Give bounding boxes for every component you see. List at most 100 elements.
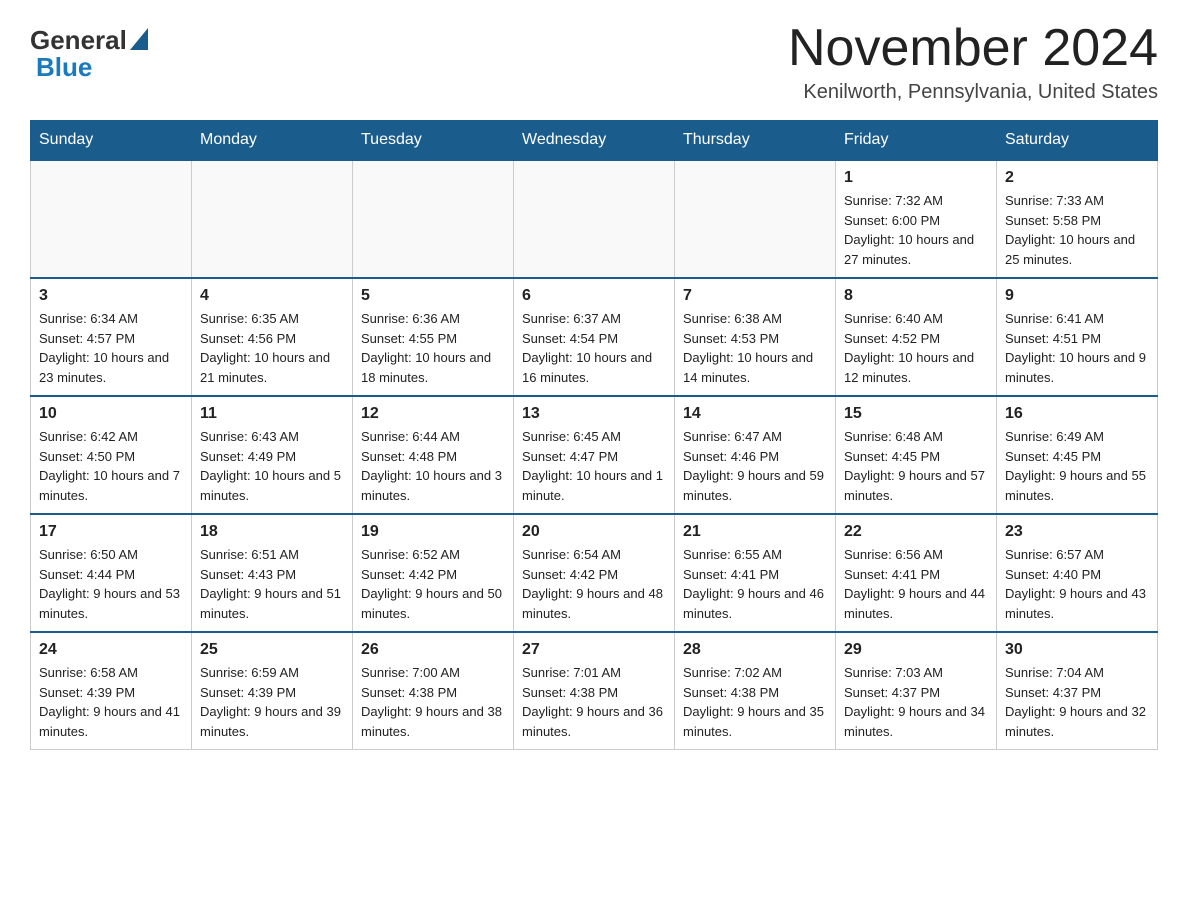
- day-info: Sunrise: 7:01 AM Sunset: 4:38 PM Dayligh…: [522, 663, 666, 741]
- day-number: 11: [200, 405, 344, 423]
- calendar-cell: 9 Sunrise: 6:41 AM Sunset: 4:51 PM Daylig…: [997, 278, 1158, 396]
- calendar-week-row: 17 Sunrise: 6:50 AM Sunset: 4:44 PM Dayli…: [31, 514, 1158, 632]
- day-number: 15: [844, 405, 988, 423]
- calendar-cell: 10Sunrise: 6:42 AM Sunset: 4:50 PM Dayli…: [31, 396, 192, 514]
- day-info: Sunrise: 6:45 AM Sunset: 4:47 PM Dayligh…: [522, 427, 666, 505]
- day-number: 3: [39, 287, 183, 305]
- month-title: November 2024: [788, 20, 1158, 77]
- day-info: Sunrise: 6:57 AM Sunset: 4:40 PM Dayligh…: [1005, 545, 1149, 623]
- day-number: 13: [522, 405, 666, 423]
- calendar-cell: 15 Sunrise: 6:48 AM Sunset: 4:45 PM Dayli…: [836, 396, 997, 514]
- calendar-cell: 12 Sunrise: 6:44 AM Sunset: 4:48 PM Dayli…: [353, 396, 514, 514]
- day-info: Sunrise: 7:00 AM Sunset: 4:38 PM Dayligh…: [361, 663, 505, 741]
- calendar-cell: 25Sunrise: 6:59 AM Sunset: 4:39 PM Dayli…: [192, 632, 353, 750]
- day-info: Sunrise: 6:58 AM Sunset: 4:39 PM Dayligh…: [39, 663, 183, 741]
- day-number: 23: [1005, 523, 1149, 541]
- calendar-cell: 29Sunrise: 7:03 AM Sunset: 4:37 PM Dayli…: [836, 632, 997, 750]
- calendar-cell: 11 Sunrise: 6:43 AM Sunset: 4:49 PM Dayli…: [192, 396, 353, 514]
- day-info: Sunrise: 6:37 AM Sunset: 4:54 PM Dayligh…: [522, 309, 666, 387]
- calendar-cell: 23 Sunrise: 6:57 AM Sunset: 4:40 PM Dayli…: [997, 514, 1158, 632]
- day-info: Sunrise: 6:44 AM Sunset: 4:48 PM Dayligh…: [361, 427, 505, 505]
- day-number: 22: [844, 523, 988, 541]
- day-info: Sunrise: 7:32 AM Sunset: 6:00 PM Dayligh…: [844, 191, 988, 269]
- calendar-cell: 2Sunrise: 7:33 AM Sunset: 5:58 PM Daylig…: [997, 160, 1158, 278]
- day-info: Sunrise: 6:52 AM Sunset: 4:42 PM Dayligh…: [361, 545, 505, 623]
- weekday-header-wednesday: Wednesday: [514, 121, 675, 161]
- day-number: 8: [844, 287, 988, 305]
- calendar-cell: 7Sunrise: 6:38 AM Sunset: 4:53 PM Daylig…: [675, 278, 836, 396]
- day-info: Sunrise: 7:02 AM Sunset: 4:38 PM Dayligh…: [683, 663, 827, 741]
- day-number: 2: [1005, 169, 1149, 187]
- calendar-cell: 6 Sunrise: 6:37 AM Sunset: 4:54 PM Daylig…: [514, 278, 675, 396]
- calendar-cell: 4 Sunrise: 6:35 AM Sunset: 4:56 PM Daylig…: [192, 278, 353, 396]
- day-number: 4: [200, 287, 344, 305]
- calendar-cell: 3 Sunrise: 6:34 AM Sunset: 4:57 PM Daylig…: [31, 278, 192, 396]
- day-number: 27: [522, 641, 666, 659]
- day-info: Sunrise: 6:54 AM Sunset: 4:42 PM Dayligh…: [522, 545, 666, 623]
- day-number: 19: [361, 523, 505, 541]
- day-info: Sunrise: 6:48 AM Sunset: 4:45 PM Dayligh…: [844, 427, 988, 505]
- weekday-header-sunday: Sunday: [31, 121, 192, 161]
- day-number: 24: [39, 641, 183, 659]
- calendar-week-row: 24 Sunrise: 6:58 AM Sunset: 4:39 PM Dayli…: [31, 632, 1158, 750]
- calendar-cell: 8 Sunrise: 6:40 AM Sunset: 4:52 PM Daylig…: [836, 278, 997, 396]
- calendar-cell: 21 Sunrise: 6:55 AM Sunset: 4:41 PM Dayli…: [675, 514, 836, 632]
- day-number: 17: [39, 523, 183, 541]
- day-number: 5: [361, 287, 505, 305]
- calendar-cell: [353, 160, 514, 278]
- calendar-cell: 5 Sunrise: 6:36 AM Sunset: 4:55 PM Daylig…: [353, 278, 514, 396]
- calendar-table: SundayMondayTuesdayWednesdayThursdayFrid…: [30, 120, 1158, 750]
- day-number: 9: [1005, 287, 1149, 305]
- calendar-body: 1 Sunrise: 7:32 AM Sunset: 6:00 PM Daylig…: [31, 160, 1158, 750]
- day-info: Sunrise: 6:41 AM Sunset: 4:51 PM Dayligh…: [1005, 309, 1149, 387]
- day-info: Sunrise: 6:59 AM Sunset: 4:39 PM Dayligh…: [200, 663, 344, 741]
- calendar-cell: 17 Sunrise: 6:50 AM Sunset: 4:44 PM Dayli…: [31, 514, 192, 632]
- day-info: Sunrise: 6:43 AM Sunset: 4:49 PM Dayligh…: [200, 427, 344, 505]
- weekday-header-tuesday: Tuesday: [353, 121, 514, 161]
- calendar-week-row: 1 Sunrise: 7:32 AM Sunset: 6:00 PM Daylig…: [31, 160, 1158, 278]
- day-number: 12: [361, 405, 505, 423]
- calendar-cell: [192, 160, 353, 278]
- calendar-cell: 16 Sunrise: 6:49 AM Sunset: 4:45 PM Dayli…: [997, 396, 1158, 514]
- day-info: Sunrise: 6:50 AM Sunset: 4:44 PM Dayligh…: [39, 545, 183, 623]
- calendar-cell: 13 Sunrise: 6:45 AM Sunset: 4:47 PM Dayli…: [514, 396, 675, 514]
- calendar-cell: [31, 160, 192, 278]
- day-number: 26: [361, 641, 505, 659]
- location-subtitle: Kenilworth, Pennsylvania, United States: [788, 81, 1158, 104]
- day-info: Sunrise: 6:34 AM Sunset: 4:57 PM Dayligh…: [39, 309, 183, 387]
- day-info: Sunrise: 7:04 AM Sunset: 4:37 PM Dayligh…: [1005, 663, 1149, 741]
- day-number: 16: [1005, 405, 1149, 423]
- day-number: 21: [683, 523, 827, 541]
- logo: General Blue: [30, 20, 148, 83]
- calendar-cell: 20 Sunrise: 6:54 AM Sunset: 4:42 PM Dayli…: [514, 514, 675, 632]
- logo-blue-text: Blue: [36, 52, 92, 83]
- day-info: Sunrise: 6:49 AM Sunset: 4:45 PM Dayligh…: [1005, 427, 1149, 505]
- day-info: Sunrise: 6:35 AM Sunset: 4:56 PM Dayligh…: [200, 309, 344, 387]
- weekday-header-thursday: Thursday: [675, 121, 836, 161]
- calendar-cell: 24 Sunrise: 6:58 AM Sunset: 4:39 PM Dayli…: [31, 632, 192, 750]
- calendar-cell: [675, 160, 836, 278]
- day-number: 28: [683, 641, 827, 659]
- calendar-cell: [514, 160, 675, 278]
- weekday-header-row: SundayMondayTuesdayWednesdayThursdayFrid…: [31, 121, 1158, 161]
- calendar-cell: 18Sunrise: 6:51 AM Sunset: 4:43 PM Dayli…: [192, 514, 353, 632]
- day-info: Sunrise: 6:55 AM Sunset: 4:41 PM Dayligh…: [683, 545, 827, 623]
- day-info: Sunrise: 6:36 AM Sunset: 4:55 PM Dayligh…: [361, 309, 505, 387]
- day-number: 7: [683, 287, 827, 305]
- calendar-cell: 19 Sunrise: 6:52 AM Sunset: 4:42 PM Dayli…: [353, 514, 514, 632]
- calendar-week-row: 3 Sunrise: 6:34 AM Sunset: 4:57 PM Daylig…: [31, 278, 1158, 396]
- day-info: Sunrise: 6:42 AM Sunset: 4:50 PM Dayligh…: [39, 427, 183, 505]
- day-number: 1: [844, 169, 988, 187]
- calendar-cell: 30Sunrise: 7:04 AM Sunset: 4:37 PM Dayli…: [997, 632, 1158, 750]
- calendar-cell: 28 Sunrise: 7:02 AM Sunset: 4:38 PM Dayli…: [675, 632, 836, 750]
- day-number: 29: [844, 641, 988, 659]
- weekday-header-saturday: Saturday: [997, 121, 1158, 161]
- calendar-cell: 22Sunrise: 6:56 AM Sunset: 4:41 PM Dayli…: [836, 514, 997, 632]
- calendar-cell: 1 Sunrise: 7:32 AM Sunset: 6:00 PM Daylig…: [836, 160, 997, 278]
- day-info: Sunrise: 6:40 AM Sunset: 4:52 PM Dayligh…: [844, 309, 988, 387]
- day-number: 20: [522, 523, 666, 541]
- title-area: November 2024 Kenilworth, Pennsylvania, …: [788, 20, 1158, 104]
- calendar-header: SundayMondayTuesdayWednesdayThursdayFrid…: [31, 121, 1158, 161]
- day-number: 6: [522, 287, 666, 305]
- day-number: 14: [683, 405, 827, 423]
